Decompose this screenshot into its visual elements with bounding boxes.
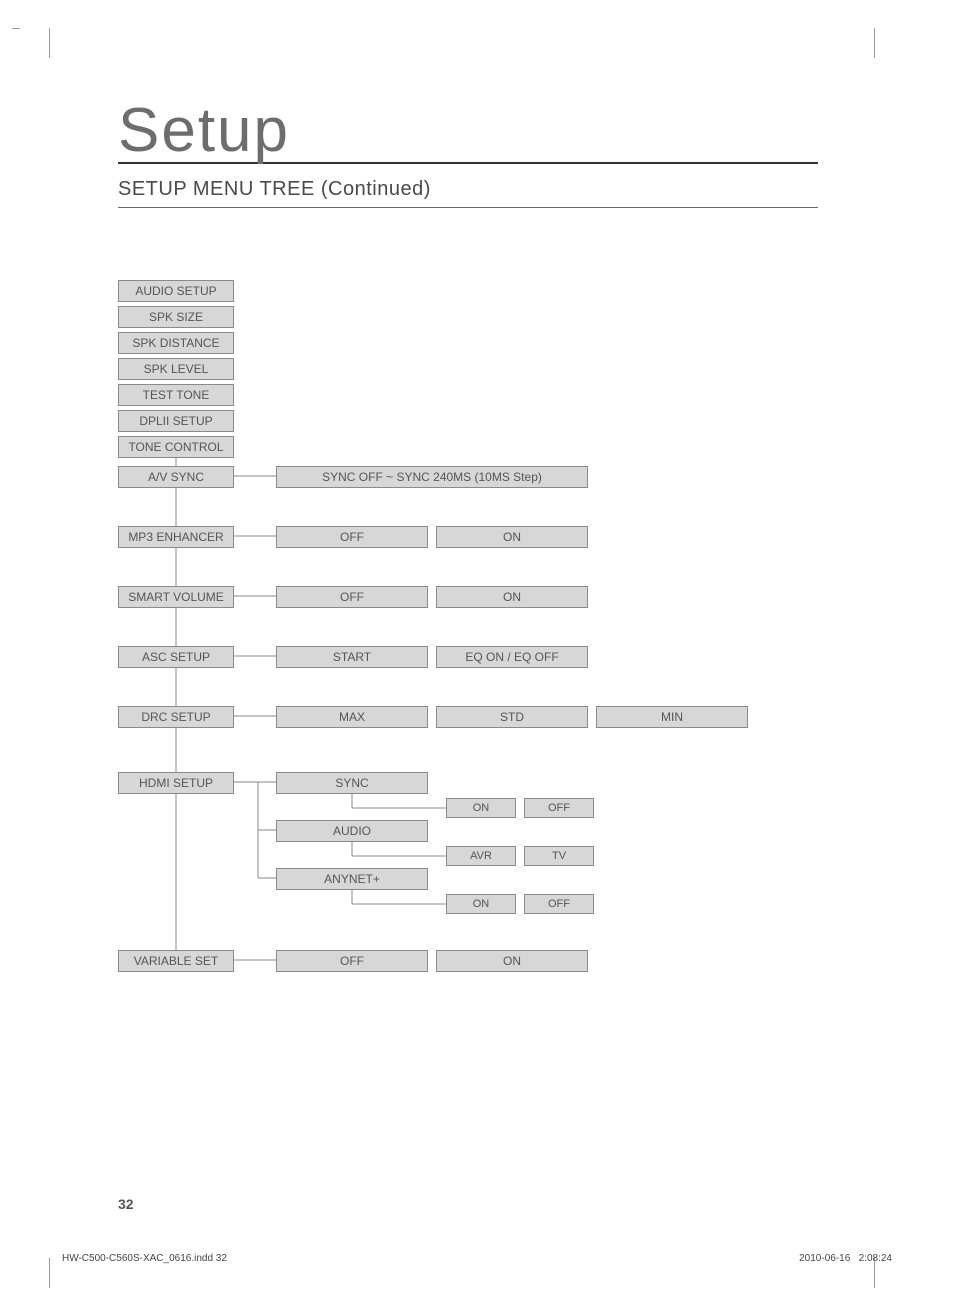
crop-mark xyxy=(20,1258,50,1288)
option-std: STD xyxy=(436,706,588,728)
option-eq: EQ ON / EQ OFF xyxy=(436,646,588,668)
crop-mark xyxy=(874,28,904,58)
option-anynet: ANYNET+ xyxy=(276,868,428,890)
footer-filename: HW-C500-C560S-XAC_0616.indd 32 xyxy=(62,1253,227,1264)
option-off: OFF xyxy=(276,526,428,548)
option-on: ON xyxy=(446,894,516,914)
menu-item-av-sync: A/V SYNC xyxy=(118,466,234,488)
crop-mark xyxy=(20,28,50,58)
footer-date: 2010-06-16 xyxy=(799,1253,850,1264)
option-on: ON xyxy=(436,586,588,608)
option-off: OFF xyxy=(276,950,428,972)
menu-item-spk-level: SPK LEVEL xyxy=(118,358,234,380)
page-number: 32 xyxy=(118,1196,134,1212)
menu-item-mp3-enhancer: MP3 ENHANCER xyxy=(118,526,234,548)
menu-item-spk-distance: SPK DISTANCE xyxy=(118,332,234,354)
menu-item-audio-setup: AUDIO SETUP xyxy=(118,280,234,302)
option-on: ON xyxy=(446,798,516,818)
option-off: OFF xyxy=(276,586,428,608)
menu-item-variable-set: VARIABLE SET xyxy=(118,950,234,972)
option-tv: TV xyxy=(524,846,594,866)
option-off: OFF xyxy=(524,894,594,914)
option-sync: SYNC xyxy=(276,772,428,794)
menu-item-asc-setup: ASC SETUP xyxy=(118,646,234,668)
page-title: Setup xyxy=(118,100,818,164)
option-on: ON xyxy=(436,526,588,548)
option-off: OFF xyxy=(524,798,594,818)
option-on: ON xyxy=(436,950,588,972)
footer-timestamp: 2010-06-16 2:08:24 xyxy=(799,1253,892,1264)
menu-item-test-tone: TEST TONE xyxy=(118,384,234,406)
option-audio: AUDIO xyxy=(276,820,428,842)
page-content: Setup SETUP MENU TREE (Continued) xyxy=(118,100,818,208)
option-max: MAX xyxy=(276,706,428,728)
menu-item-drc-setup: DRC SETUP xyxy=(118,706,234,728)
menu-item-spk-size: SPK SIZE xyxy=(118,306,234,328)
section-title: SETUP MENU TREE (Continued) xyxy=(118,178,818,208)
menu-item-dplii-setup: DPLII SETUP xyxy=(118,410,234,432)
footer-time: 2:08:24 xyxy=(859,1253,892,1264)
option-min: MIN xyxy=(596,706,748,728)
option-start: START xyxy=(276,646,428,668)
menu-item-hdmi-setup: HDMI SETUP xyxy=(118,772,234,794)
option-avr: AVR xyxy=(446,846,516,866)
option-sync-range: SYNC OFF ~ SYNC 240MS (10MS Step) xyxy=(276,466,588,488)
menu-item-tone-control: TONE CONTROL xyxy=(118,436,234,458)
menu-item-smart-volume: SMART VOLUME xyxy=(118,586,234,608)
